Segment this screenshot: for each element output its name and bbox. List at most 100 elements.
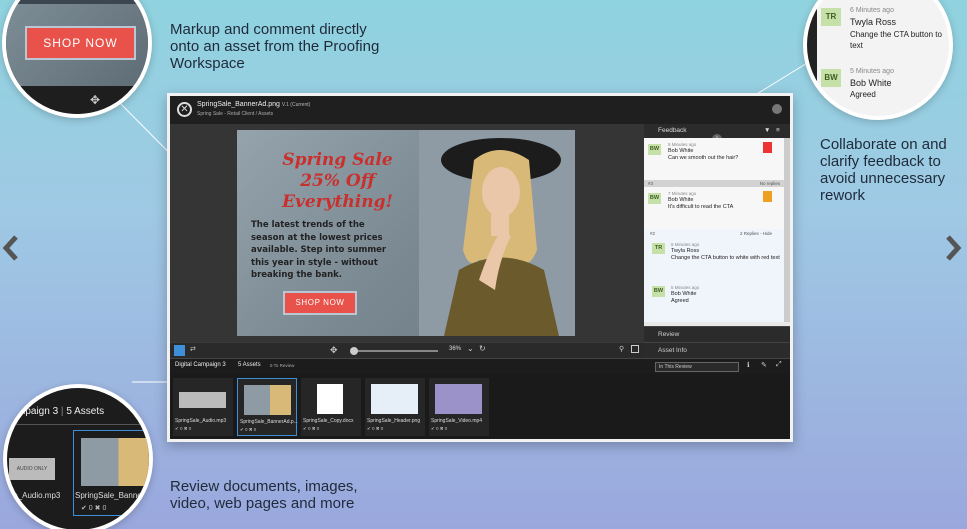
asset-name: SpringSale_BannerAd.p... <box>240 419 298 425</box>
banner-headline-line2: 25% Off Everything! <box>282 171 393 212</box>
assets-count: 5 Assets <box>238 362 261 368</box>
assets-count: 5 Assets <box>66 406 105 417</box>
comment-author: Bob White <box>668 148 694 154</box>
caption-review: Review documents, images, video, web pag… <box>170 478 358 512</box>
asset-info-section[interactable]: Asset Info <box>644 342 790 358</box>
globe-icon[interactable] <box>772 104 782 114</box>
banner-asset[interactable]: Spring Sale 25% Off Everything! The late… <box>237 130 575 336</box>
reply-text: Agreed <box>850 90 876 99</box>
avatar: TR <box>652 243 665 254</box>
audio-only-label: AUDIO ONLY <box>9 458 55 480</box>
zoom-slider[interactable] <box>352 350 438 352</box>
asset-canvas[interactable]: Spring Sale 25% Off Everything! The late… <box>170 124 644 342</box>
asset-name: SpringSale_Header.png <box>367 418 421 424</box>
avatar: BW <box>648 193 661 204</box>
reply-time: 5 Minutes ago <box>671 285 700 290</box>
asset-name: ale_Audio.mp3 <box>7 491 61 500</box>
comment-replies-status[interactable]: 2 Replies - Hide <box>740 231 772 236</box>
comment-time: 7 Minutes ago <box>668 191 697 196</box>
reply-time: 6 Minutes ago <box>850 7 894 14</box>
comment-replies-status[interactable]: No replies <box>760 180 780 187</box>
reply-text: Change the CTA button to white with red … <box>671 255 780 261</box>
comment-card[interactable]: BW 5 Minutes ago Bob White Can we smooth… <box>644 138 784 180</box>
to-review-count: 5 To Review <box>270 363 295 368</box>
woman-photo <box>419 130 575 336</box>
comment-card[interactable]: BW 7 Minutes ago Bob White It's difficul… <box>644 187 784 229</box>
avatar: TR <box>821 8 841 26</box>
zoom-callout-shop-now: SHOP NOW ✥ <box>2 0 152 118</box>
move-icon[interactable]: ✥ <box>330 345 338 356</box>
edit-icon[interactable]: ✎ <box>761 361 767 369</box>
review-filter-select[interactable]: In This Review <box>655 362 739 372</box>
review-section[interactable]: Review <box>644 326 790 342</box>
reply-text: Agreed <box>671 298 689 304</box>
panel-icon[interactable] <box>631 345 639 353</box>
breadcrumb: Spring Sale - Retail Client / Assets <box>197 111 274 117</box>
move-icon: ✥ <box>90 93 101 107</box>
avatar: BW <box>652 286 665 297</box>
refresh-icon[interactable]: ↻ <box>479 344 486 353</box>
comment-author: Bob White <box>668 197 694 203</box>
close-icon[interactable]: ✕ <box>177 102 192 117</box>
asset-thumbnail-video[interactable]: SpringSale_Video.mp4 ✔ 0 ✖ 0 <box>429 378 489 436</box>
version-label: V.1 (Current) <box>281 102 311 108</box>
asset-approval-counts: ✔ 0 ✖ 0 <box>81 505 107 512</box>
banner-thumbnail <box>81 438 149 486</box>
feedback-title: Feedback <box>658 127 687 134</box>
asset-thumbnail-header[interactable]: SpringSale_Header.png ✔ 0 ✖ 0 <box>365 378 425 436</box>
filter-icon[interactable]: ▼ <box>764 124 770 138</box>
feedback-panel: Feedback ▼ ≡ + BW 5 Minutes ago Bob Whit… <box>644 124 790 358</box>
menu-icon[interactable]: ≡ <box>776 124 780 138</box>
caption-markup: Markup and comment directly onto an asse… <box>170 21 380 72</box>
reply-time: 5 Minutes ago <box>850 68 894 75</box>
flag-icon[interactable] <box>763 191 772 202</box>
banner-shop-now-button[interactable]: SHOP NOW <box>283 291 357 315</box>
asset-name: SpringSale_Copy.docx <box>303 418 354 424</box>
compare-icon[interactable]: ⇄ <box>190 345 196 353</box>
info-icon[interactable]: ℹ <box>747 361 750 369</box>
zoom-slider-handle[interactable] <box>350 347 358 355</box>
zoom-level[interactable]: 36% <box>449 346 461 352</box>
asset-name: SpringSale_Audio.mp3 <box>175 418 227 424</box>
reply-author: Bob White <box>850 78 892 88</box>
reply-author: Bob White <box>671 291 697 297</box>
canvas-toolbar: ✥ 36% ⌄ ↻ ⚲ ⇄ <box>170 342 644 358</box>
asset-approval-counts: ✔ 0 ✖ 0 <box>175 426 192 431</box>
pin-icon[interactable]: ⚲ <box>619 345 624 353</box>
campaign-name: Digital Campaign 3 <box>175 362 226 368</box>
expand-icon[interactable]: ⤢ <box>776 361 782 369</box>
asset-approval-counts: ✔ 0 ✖ 0 <box>303 426 320 431</box>
avatar: BW <box>821 69 841 87</box>
previous-arrow-icon[interactable] <box>0 233 22 263</box>
file-title: SpringSale_BannerAd.png <box>197 101 280 108</box>
comment-number: #2 <box>650 231 656 236</box>
banner-headline-line1: Spring Sale <box>282 150 393 170</box>
avatar: BW <box>648 144 661 155</box>
scrollbar[interactable] <box>784 138 790 322</box>
proofing-window: ✕ SpringSale_BannerAd.png V.1 (Current) … <box>167 93 793 442</box>
comment-time: 5 Minutes ago <box>668 142 697 147</box>
asset-approval-counts: ✔ 0 ✖ 0 <box>431 426 448 431</box>
asset-filmstrip: SpringSale_Audio.mp3 ✔ 0 ✖ 0 SpringSale_… <box>170 374 790 439</box>
asset-name: SpringSale_Video.mp4 <box>431 418 483 424</box>
filmstrip-header: Digital Campaign 3 5 Assets 5 To Review … <box>170 358 790 374</box>
comment-text: Can we smooth out the hair? <box>668 155 739 161</box>
reply-author: Twyla Ross <box>850 17 897 27</box>
asset-thumbnail-banner[interactable]: SpringSale_BannerAd.p... ✔ 0 ✖ 0 <box>237 378 298 436</box>
asset-thumbnail-audio[interactable]: SpringSale_Audio.mp3 ✔ 0 ✖ 0 <box>173 378 233 436</box>
chevron-down-icon[interactable]: ⌄ <box>467 344 474 353</box>
banner-body-text: The latest trends of the season at the l… <box>251 220 387 280</box>
files-icon[interactable] <box>174 345 185 356</box>
asset-thumbnail-doc[interactable]: SpringSale_Copy.docx ✔ 0 ✖ 0 <box>301 378 361 436</box>
banner-headline: Spring Sale 25% Off Everything! <box>255 150 420 213</box>
zoom-shop-now-button: SHOP NOW <box>25 26 136 60</box>
reply-thread: #2 2 Replies - Hide TR 6 Minutes ago Twy… <box>644 229 784 322</box>
reply-author: Twyla Ross <box>671 248 700 254</box>
zoom-callout-filmstrip: mpaign 3 | 5 Assets AUDIO ONLY ale_Audio… <box>3 384 153 529</box>
flag-icon[interactable] <box>763 142 772 153</box>
comment-text: It's difficult to read the CTA <box>668 204 734 210</box>
comment-status-bar: #3 No replies <box>644 180 784 187</box>
comment-number: #3 <box>648 181 654 186</box>
next-arrow-icon[interactable] <box>942 233 964 263</box>
asset-name: SpringSale_BannerA <box>75 491 150 500</box>
